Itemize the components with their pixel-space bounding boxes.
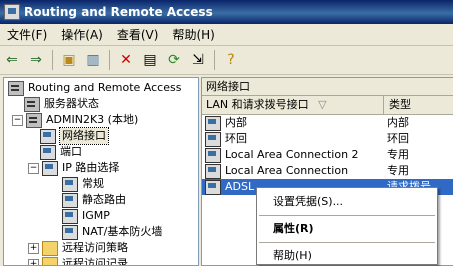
tree-item-ports[interactable]: 端口 xyxy=(40,144,82,160)
sort-icon: ▽ xyxy=(318,98,326,111)
tree-item-igmp[interactable]: IGMP xyxy=(62,208,110,224)
column-header-type[interactable]: 类型 xyxy=(384,96,411,114)
tree-item-remote-access-logging[interactable]: + 远程访问记录 xyxy=(28,256,128,266)
logging-folder-icon xyxy=(42,257,58,266)
up-folder-icon[interactable]: ▣ xyxy=(58,49,80,71)
menu-view[interactable]: 查看(V) xyxy=(110,26,166,43)
toolbar-separator xyxy=(109,50,110,70)
app-icon xyxy=(4,4,20,20)
menu-separator xyxy=(259,215,435,216)
static-routes-icon xyxy=(62,193,78,208)
interface-type: 内部 xyxy=(383,115,409,131)
ip-routing-icon xyxy=(42,161,58,176)
interface-type: 环回 xyxy=(383,131,409,147)
toolbar-separator xyxy=(214,50,215,70)
interface-type: 专用 xyxy=(383,147,409,163)
menu-item-help[interactable]: 帮助(H) xyxy=(257,246,437,266)
interface-icon xyxy=(205,116,221,131)
tree-item-general[interactable]: 常规 xyxy=(62,176,104,192)
menu-item-set-credentials[interactable]: 设置凭据(S)... xyxy=(257,192,437,212)
tree-item-nat[interactable]: NAT/基本防火墙 xyxy=(62,224,162,240)
interface-icon xyxy=(205,132,221,147)
server-icon xyxy=(26,113,42,128)
menu-action[interactable]: 操作(A) xyxy=(54,26,110,43)
tree-item-network-interfaces[interactable]: 网络接口 xyxy=(40,128,108,144)
interface-name: ADSL xyxy=(225,179,254,195)
refresh-icon[interactable]: ⟳ xyxy=(163,49,185,71)
interface-name: Local Area Connection xyxy=(225,163,348,179)
interface-type: 专用 xyxy=(383,163,409,179)
dialup-interface-icon xyxy=(205,180,221,195)
tree-label: 常规 xyxy=(82,176,104,192)
menu-bar: 文件(F) 操作(A) 查看(V) 帮助(H) xyxy=(0,24,453,46)
delete-icon[interactable]: ✕ xyxy=(115,49,137,71)
toolbar-separator xyxy=(52,50,53,70)
tree-label: 端口 xyxy=(60,144,82,160)
export-icon[interactable]: ⇲ xyxy=(187,49,209,71)
ports-icon xyxy=(40,145,56,160)
tree-item-server[interactable]: − ADMIN2K3 (本地) xyxy=(12,112,138,128)
pane-title: 网络接口 xyxy=(202,78,453,96)
server-status-icon xyxy=(24,97,40,112)
network-interfaces-icon xyxy=(40,129,56,144)
help-icon[interactable]: ? xyxy=(220,49,242,71)
menu-help[interactable]: 帮助(H) xyxy=(165,26,221,43)
nat-icon xyxy=(62,225,78,240)
interface-icon xyxy=(205,164,221,179)
tree-label: 静态路由 xyxy=(82,192,126,208)
tree-label: IGMP xyxy=(82,208,110,224)
title-bar: Routing and Remote Access xyxy=(0,0,453,24)
properties-icon[interactable]: ▤ xyxy=(139,49,161,71)
tree-label: Routing and Remote Access xyxy=(28,80,181,96)
interface-name: 内部 xyxy=(225,115,247,131)
tree-item-ip-routing[interactable]: − IP 路由选择 xyxy=(28,160,119,176)
tree-label: 远程访问策略 xyxy=(62,240,128,256)
menu-separator xyxy=(259,242,435,243)
expand-icon[interactable]: + xyxy=(28,243,39,254)
tree-label: 服务器状态 xyxy=(44,96,99,112)
window-title: Routing and Remote Access xyxy=(24,5,213,19)
list-item[interactable]: 环回 环回 xyxy=(202,131,453,147)
tree-label: 网络接口 xyxy=(60,128,108,144)
menu-file[interactable]: 文件(F) xyxy=(0,26,54,43)
tree-label: NAT/基本防火墙 xyxy=(82,224,162,240)
tree-label: IP 路由选择 xyxy=(62,160,119,176)
collapse-icon[interactable]: − xyxy=(12,115,23,126)
column-header-name[interactable]: LAN 和请求拨号接口 ▽ xyxy=(202,96,384,114)
computer-icon xyxy=(8,81,24,96)
tree-item-root[interactable]: Routing and Remote Access xyxy=(8,80,181,96)
back-icon[interactable]: ⇐ xyxy=(1,49,23,71)
console-tree[interactable]: Routing and Remote Access 服务器状态 − ADMIN2… xyxy=(3,77,199,266)
policies-folder-icon xyxy=(42,241,58,256)
tree-item-static-routes[interactable]: 静态路由 xyxy=(62,192,126,208)
interface-name: 环回 xyxy=(225,131,247,147)
expand-icon[interactable]: + xyxy=(28,259,39,266)
interface-name: Local Area Connection 2 xyxy=(225,147,359,163)
igmp-icon xyxy=(62,209,78,224)
list-item[interactable]: 内部 内部 xyxy=(202,115,453,131)
toolbar: ⇐ ⇒ ▣ ▥ ✕ ▤ ⟳ ⇲ ? xyxy=(0,46,453,75)
context-menu: 设置凭据(S)... 属性(R) 帮助(H) xyxy=(256,187,438,265)
tree-label: ADMIN2K3 (本地) xyxy=(46,112,138,128)
menu-item-properties[interactable]: 属性(R) xyxy=(257,219,437,239)
column-header-label: LAN 和请求拨号接口 xyxy=(206,98,309,111)
list-header: LAN 和请求拨号接口 ▽ 类型 xyxy=(202,96,453,115)
list-item[interactable]: Local Area Connection 2 专用 xyxy=(202,147,453,163)
tree-label: 远程访问记录 xyxy=(62,256,128,266)
interface-icon xyxy=(205,148,221,163)
show-tree-icon[interactable]: ▥ xyxy=(82,49,104,71)
general-icon xyxy=(62,177,78,192)
list-item[interactable]: Local Area Connection 专用 xyxy=(202,163,453,179)
tree-item-server-status[interactable]: 服务器状态 xyxy=(24,96,99,112)
forward-icon[interactable]: ⇒ xyxy=(25,49,47,71)
collapse-icon[interactable]: − xyxy=(28,163,39,174)
tree-item-remote-access-policies[interactable]: + 远程访问策略 xyxy=(28,240,128,256)
